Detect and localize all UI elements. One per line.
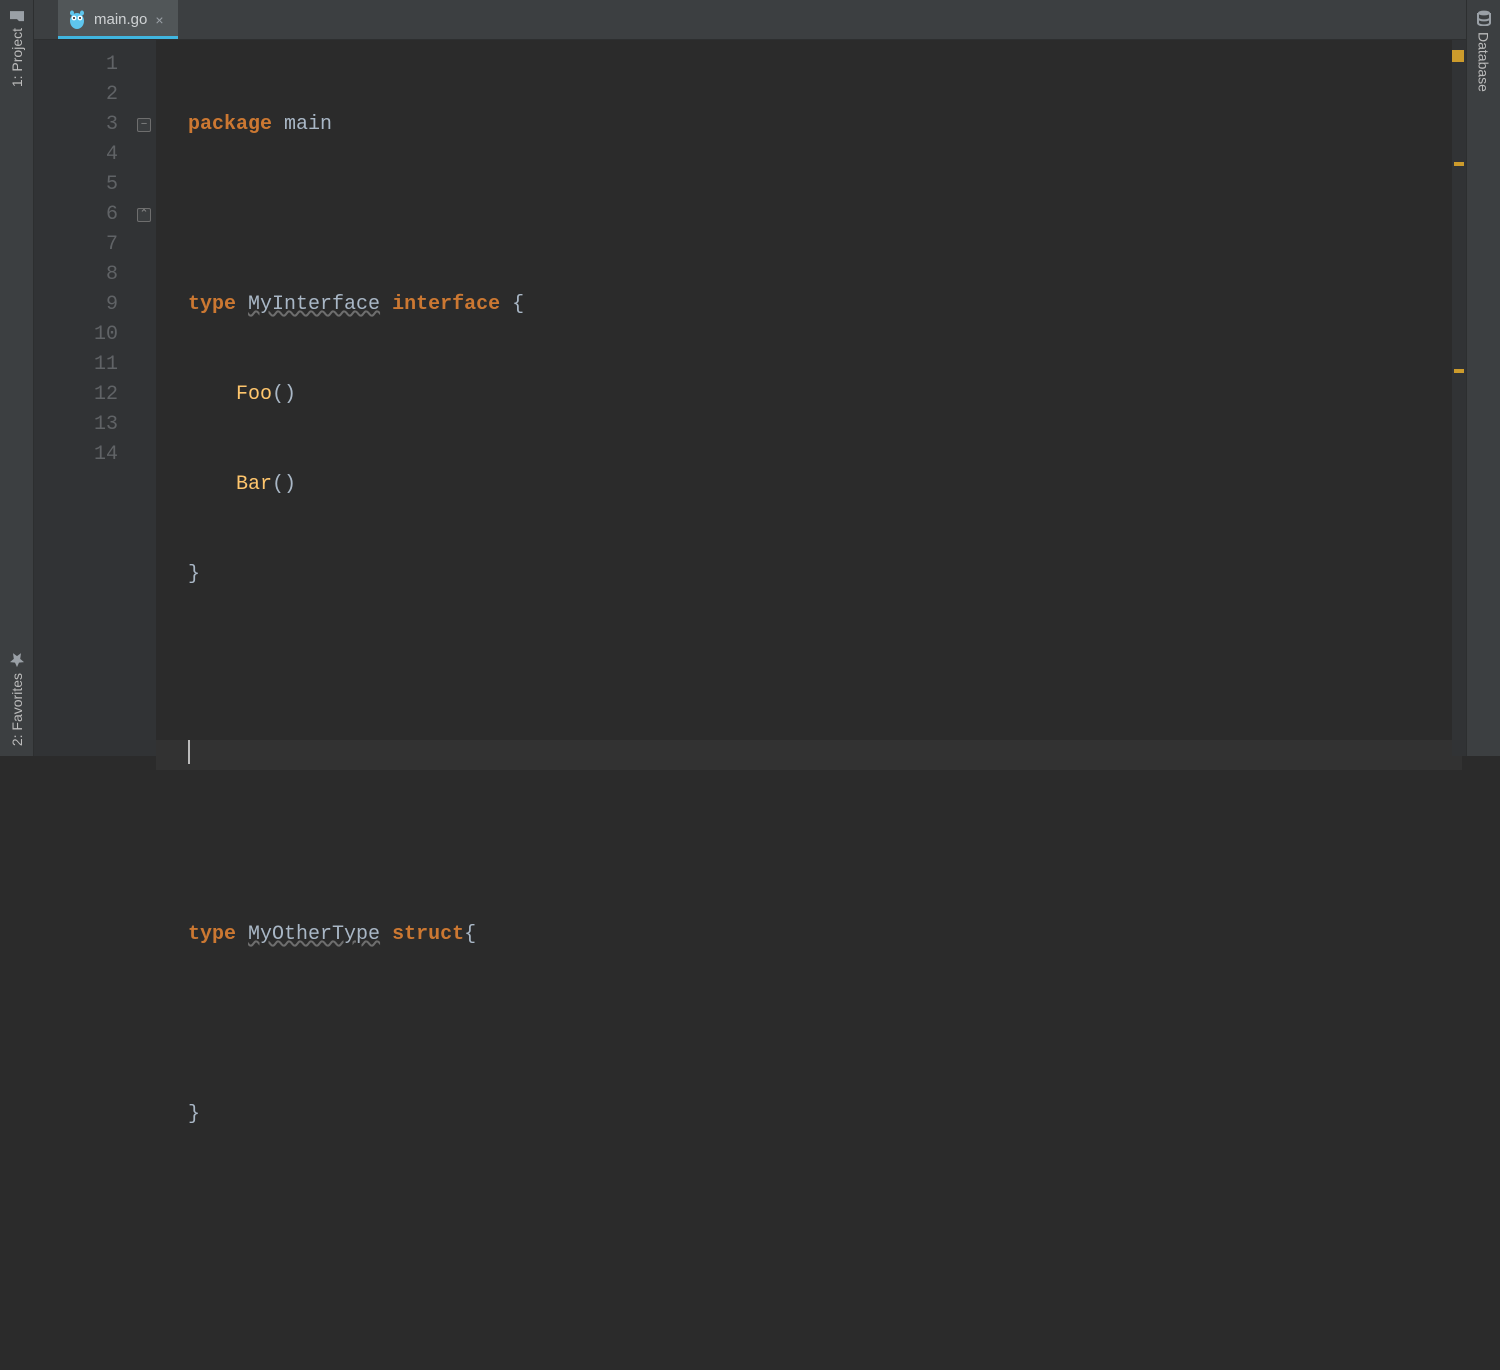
editor-tab-main-go[interactable]: main.go × (58, 0, 179, 39)
code-line (188, 1010, 1452, 1040)
warning-marker[interactable] (1454, 162, 1464, 166)
favorites-label: 2: Favorites (9, 673, 25, 746)
tool-window-project[interactable]: 1: Project (7, 0, 27, 97)
analysis-status-icon[interactable] (1452, 50, 1464, 62)
code-line (188, 650, 1452, 680)
star-icon (9, 653, 25, 667)
editor-tab-bar: main.go × (34, 0, 1466, 40)
code-line (188, 1190, 1452, 1220)
left-tool-stripe: 1: Project 2: Favorites (0, 0, 34, 756)
database-icon (1476, 10, 1492, 26)
database-label: Database (1476, 32, 1492, 92)
tab-filename: main.go (94, 11, 147, 28)
line-number[interactable]: 14 (34, 440, 118, 470)
code-line: Foo() (188, 380, 1452, 410)
code-line (188, 200, 1452, 230)
fold-close-icon[interactable]: ⌃ (137, 208, 151, 222)
project-label: 1: Project (9, 28, 25, 87)
error-stripe[interactable] (1452, 40, 1466, 756)
line-number[interactable]: 9 (34, 290, 118, 320)
tool-window-database[interactable]: Database (1474, 0, 1494, 102)
tool-window-favorites[interactable]: 2: Favorites (7, 643, 27, 756)
editor: 1234567891011121314 − ⌃ package main typ… (34, 40, 1466, 756)
fold-gutter[interactable]: − ⌃ (134, 40, 156, 756)
code-line: type MyInterface interface { (188, 290, 1452, 320)
code-line: type MyOtherType struct{ (188, 920, 1452, 950)
go-file-icon (68, 10, 86, 30)
right-tool-stripe: Database (1466, 0, 1500, 756)
code-line: Bar() (188, 470, 1452, 500)
line-number-gutter[interactable]: 1234567891011121314 (34, 40, 134, 756)
line-number[interactable]: 3 (34, 110, 118, 140)
code-line: package main (188, 110, 1452, 140)
code-line-current (156, 740, 1462, 770)
line-number[interactable]: 8 (34, 260, 118, 290)
line-number[interactable]: 11 (34, 350, 118, 380)
line-number[interactable]: 13 (34, 410, 118, 440)
line-number[interactable]: 12 (34, 380, 118, 410)
line-number[interactable]: 2 (34, 80, 118, 110)
code-area[interactable]: package main type MyInterface interface … (156, 40, 1452, 756)
ide-window: 1: Project 2: Favorites (0, 0, 1500, 756)
code-line (188, 830, 1452, 860)
line-number[interactable]: 5 (34, 170, 118, 200)
text-caret (188, 740, 190, 764)
code-line: } (188, 1100, 1452, 1130)
tab-close-button[interactable]: × (155, 12, 163, 28)
folder-icon (9, 10, 25, 22)
line-number[interactable]: 4 (34, 140, 118, 170)
code-line (188, 1280, 1452, 1310)
line-number[interactable]: 7 (34, 230, 118, 260)
warning-marker[interactable] (1454, 369, 1464, 373)
code-line: } (188, 560, 1452, 590)
fold-open-icon[interactable]: − (137, 118, 151, 132)
line-number[interactable]: 1 (34, 50, 118, 80)
line-number[interactable]: 10 (34, 320, 118, 350)
line-number[interactable]: 6 (34, 200, 118, 230)
main-column: main.go × 1234567891011121314 − ⌃ packag… (34, 0, 1466, 756)
